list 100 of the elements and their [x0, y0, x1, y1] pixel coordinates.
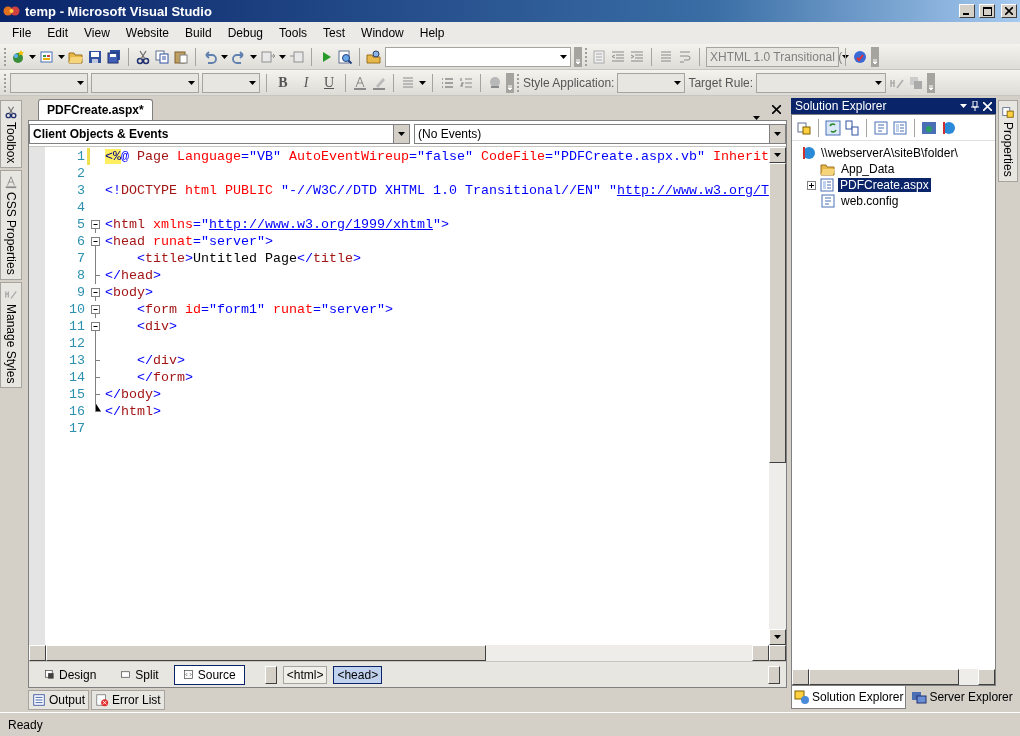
- panel-tab[interactable]: Solution Explorer: [791, 686, 907, 709]
- dropdown-arrow-icon[interactable]: [774, 153, 781, 157]
- tree-item[interactable]: \\webserverA\siteB\folder\: [819, 146, 960, 160]
- line-number: 14: [68, 370, 85, 385]
- cut-icon[interactable]: [135, 48, 151, 65]
- expand-icon[interactable]: [807, 180, 816, 190]
- window-title: temp - Microsoft Visual Studio: [25, 3, 213, 19]
- save-icon[interactable]: [87, 48, 103, 65]
- pin-icon[interactable]: [971, 101, 979, 111]
- minimize-button[interactable]: [959, 4, 975, 18]
- side-tab[interactable]: Properties: [998, 100, 1018, 182]
- add-item-icon[interactable]: [39, 48, 55, 65]
- nested-files-icon[interactable]: [844, 119, 860, 136]
- scroll-right-button[interactable]: [768, 665, 780, 684]
- view-tab[interactable]: Split: [111, 664, 168, 685]
- side-tab-label: Toolbox: [4, 122, 18, 164]
- tree-item[interactable]: web.config: [839, 194, 901, 208]
- magnifier-page-icon[interactable]: [337, 48, 353, 65]
- close-button[interactable]: [1001, 4, 1017, 18]
- code-line: <head runat="server">: [105, 234, 273, 249]
- toolbar-overflow-icon[interactable]: [506, 72, 514, 93]
- view-tab[interactable]: Source: [173, 664, 245, 685]
- menu-item[interactable]: Debug: [219, 24, 272, 42]
- bold-button[interactable]: B: [273, 74, 293, 91]
- toolbar-overflow-icon[interactable]: [574, 46, 582, 67]
- check-icon[interactable]: [852, 48, 868, 65]
- horizontal-scrollbar[interactable]: [792, 669, 995, 685]
- properties-icon[interactable]: [796, 119, 812, 136]
- menu-item[interactable]: Test: [315, 24, 354, 42]
- font-color-icon[interactable]: [352, 74, 368, 91]
- menu-item[interactable]: Edit: [39, 24, 77, 42]
- fold-end-line: [95, 403, 101, 412]
- code-line: <body>: [105, 285, 153, 300]
- menu-item[interactable]: Window: [353, 24, 412, 42]
- dropdown-arrow-icon[interactable]: [76, 80, 84, 85]
- browser-icon[interactable]: [921, 119, 937, 136]
- menu-item[interactable]: Tools: [271, 24, 316, 42]
- view-tab[interactable]: Design: [35, 664, 106, 685]
- scroll-left-button[interactable]: [264, 665, 277, 684]
- dropdown-arrow-icon[interactable]: [673, 80, 681, 85]
- tree-item[interactable]: App_Data: [839, 162, 897, 176]
- tag-path-button[interactable]: <html>: [282, 665, 328, 684]
- output-tab[interactable]: Output: [28, 690, 90, 710]
- dropdown-arrow-icon[interactable]: [250, 54, 257, 59]
- copy-icon[interactable]: [154, 48, 170, 65]
- dropdown-arrow-icon[interactable]: [774, 635, 781, 639]
- menu-item[interactable]: Help: [411, 24, 453, 42]
- refresh-icon[interactable]: [825, 119, 841, 136]
- italic-button[interactable]: I: [296, 74, 316, 91]
- output-tab[interactable]: Error List: [91, 690, 165, 710]
- code-line: <title>Untitled Page</title>: [136, 251, 361, 266]
- menu-item[interactable]: Website: [117, 24, 177, 42]
- config-file-icon: [820, 193, 836, 209]
- source-icon: [182, 669, 194, 680]
- menu-item[interactable]: File: [4, 24, 40, 42]
- output-icon: [32, 693, 46, 707]
- close-icon[interactable]: [772, 105, 781, 114]
- font-color-icon: [4, 175, 18, 190]
- menu-item[interactable]: Build: [176, 24, 220, 42]
- line-number: 12: [68, 336, 85, 351]
- dropdown-arrow-icon[interactable]: [397, 132, 405, 136]
- dropdown-arrow-icon[interactable]: [248, 80, 256, 85]
- event-dropdown[interactable]: (No Events): [413, 124, 786, 144]
- horizontal-scrollbar[interactable]: [29, 645, 786, 661]
- dropdown-arrow-icon[interactable]: [774, 132, 781, 136]
- toolbar-overflow-icon[interactable]: [927, 72, 936, 93]
- paste-icon[interactable]: [173, 48, 189, 65]
- line-number: 10: [68, 302, 85, 317]
- line-number: 2: [76, 166, 85, 181]
- vertical-scrollbar[interactable]: [769, 147, 786, 645]
- window-menu-icon[interactable]: [960, 104, 967, 108]
- dropdown-arrow-icon[interactable]: [279, 54, 286, 59]
- underline-button[interactable]: U: [319, 74, 339, 91]
- object-dropdown[interactable]: Client Objects & Events: [29, 124, 410, 144]
- dropdown-arrow-icon[interactable]: [29, 54, 36, 59]
- panel-tab[interactable]: Server Explorer: [908, 686, 1016, 709]
- side-tab-label: Manage Styles: [4, 304, 18, 384]
- side-tab-label: Properties: [1001, 122, 1015, 177]
- dropdown-arrow-icon[interactable]: [187, 80, 195, 85]
- dropdown-arrow-icon[interactable]: [58, 54, 65, 59]
- tree-item[interactable]: PDFCreate.aspx: [838, 178, 931, 192]
- design-icon: [44, 669, 55, 680]
- document-tab[interactable]: PDFCreate.aspx*: [38, 99, 153, 120]
- dropdown-arrow-icon[interactable]: [559, 54, 567, 59]
- folder-search-icon[interactable]: [366, 48, 382, 65]
- dropdown-arrow-icon[interactable]: [221, 54, 228, 59]
- save-all-icon[interactable]: [106, 48, 122, 65]
- toolbar-overflow-icon[interactable]: [871, 46, 879, 67]
- globe-star-icon[interactable]: [10, 48, 26, 65]
- menu-item[interactable]: View: [76, 24, 118, 42]
- dropdown-arrow-icon[interactable]: [874, 80, 882, 85]
- side-tab[interactable]: Toolbox: [0, 100, 22, 169]
- dropdown-arrow-icon[interactable]: [419, 80, 426, 85]
- close-icon[interactable]: [1005, 7, 1013, 15]
- tag-path-button[interactable]: <head>: [333, 665, 383, 684]
- side-tab[interactable]: Manage Styles: [0, 282, 22, 389]
- style-application-label: Style Application:: [523, 75, 615, 90]
- line-number: 15: [68, 387, 85, 402]
- side-tab[interactable]: CSS Properties: [0, 170, 22, 281]
- line-number: 7: [76, 251, 85, 266]
